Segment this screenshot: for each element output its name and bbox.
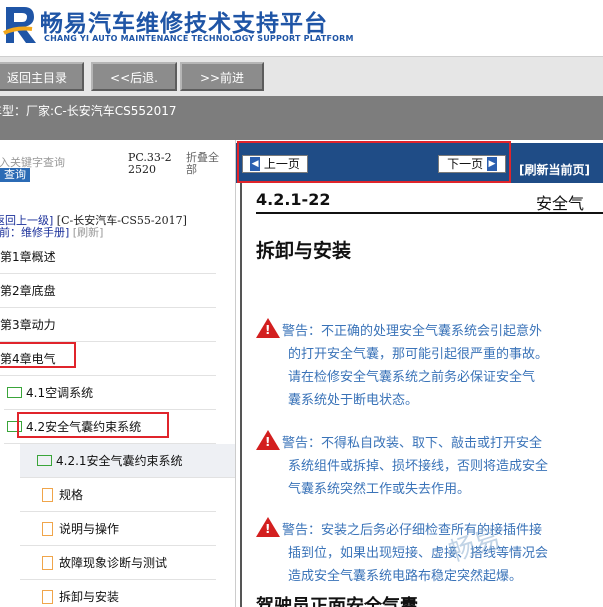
sidebar: 输入关键字查询 查询 PC.33-22520 折叠全部 返回上一级] [C-长安…: [0, 140, 236, 607]
tree-item-label: 拆卸与安装: [59, 590, 120, 604]
document-icon: [42, 555, 53, 570]
highlight-box-4-2: [17, 412, 169, 438]
current-manual-label: 目前：维修手册]: [0, 226, 70, 239]
brand-logo: [3, 7, 36, 43]
refresh-page-button[interactable]: [刷新当前页]: [519, 161, 590, 178]
tree-item-label: 第1章概述: [0, 250, 56, 264]
pc-code-text: PC.33-22520: [128, 151, 172, 176]
tree-item-chapter-2[interactable]: 第2章底盘: [0, 274, 216, 308]
warning-icon: [256, 430, 280, 450]
tree-item-description[interactable]: 说明与操作: [20, 512, 216, 546]
forward-button[interactable]: >>前进: [180, 62, 264, 91]
car-info-bar: 车型：厂家:C-长安汽车CS552017: [0, 96, 603, 140]
tree-item-4-2-1[interactable]: 4.2.1安全气囊约束系统: [20, 444, 235, 478]
warning-line: 造成安全气囊系统电路布稳定突然起爆。: [288, 569, 523, 584]
document-icon: [42, 487, 53, 502]
section-rule: [256, 212, 603, 214]
warning-line: 气囊系统突然工作或失去作用。: [288, 482, 471, 497]
tree-item-chapter-3[interactable]: 第3章动力: [0, 308, 216, 342]
tree-item-chapter-1[interactable]: 第1章概述: [0, 240, 216, 274]
brand-subtitle: CHANG YI AUTO MAINTENANCE TECHNOLOGY SUP…: [44, 34, 354, 43]
tree-item-removal[interactable]: 拆卸与安装: [20, 580, 216, 607]
warning-icon: [256, 517, 280, 537]
warning-line: 警告：不正确的处理安全气囊系统会引起意外: [282, 324, 543, 339]
highlight-box-pager: [237, 141, 511, 183]
tree-item-4-1[interactable]: 4.1空调系统: [4, 376, 216, 410]
toolbar: 返回主目录 <<后退. >>前进: [0, 56, 603, 96]
folder-icon: [7, 387, 22, 398]
tree-item-specs[interactable]: 规格: [20, 478, 216, 512]
sidebar-refresh-link[interactable]: [刷新]: [73, 226, 104, 239]
tree-item-label: 规格: [59, 488, 84, 502]
doc-heading: 拆卸与安装: [256, 240, 352, 262]
pc-code: PC.33-22520: [128, 152, 172, 176]
fold-all-label: 折叠全部: [186, 151, 219, 176]
document-icon: [42, 521, 53, 536]
warning-icon: [256, 318, 280, 338]
tree-item-label: 4.1空调系统: [26, 386, 94, 400]
next-section-heading: 驾驶员正面安全气囊: [256, 596, 418, 607]
search-button[interactable]: 查询: [0, 168, 30, 182]
tree-item-label: 故障现象诊断与测试: [59, 556, 168, 570]
warning-text: 警告：安装之后务必仔细检查所有的接插件接 插到位，如果出现短接、虚接、搭线等情况…: [282, 519, 548, 588]
car-info-text: 车型：厂家:C-长安汽车CS552017: [0, 104, 177, 118]
warning-line: 系统组件或拆掉、损坏接线，否则将造成安全: [288, 459, 549, 474]
fold-all-button[interactable]: 折叠全部: [186, 152, 226, 176]
warning-text: 警告：不正确的处理安全气囊系统会引起意外 的打开安全气囊，那可能引起很严重的事故…: [282, 320, 548, 412]
tree-item-label: 第2章底盘: [0, 284, 56, 298]
warning-line: 插到位，如果出现短接、虚接、搭线等情况会: [288, 546, 549, 561]
highlight-box-chapter-4: [0, 342, 76, 368]
warning-line: 请在检修安全气囊系统之前务必保证安全气: [288, 370, 536, 385]
warning-text: 警告：不得私自改装、取下、敲击或打开安全 系统组件或拆掉、损坏接线，否则将造成安…: [282, 432, 548, 501]
home-button[interactable]: 返回主目录: [0, 62, 84, 91]
warning-line: 警告：不得私自改装、取下、敲击或打开安全: [282, 436, 543, 451]
warning-line: 的打开安全气囊，那可能引起很严重的事故。: [288, 347, 549, 362]
tree-item-label: 4.2.1安全气囊约束系统: [56, 454, 183, 468]
content-panel: ◀ 上一页 下一页 ▶ [刷新当前页] 4.2.1-22 安全气 拆卸与安装 警…: [236, 140, 603, 607]
warning-line: 警告：安装之后务必仔细检查所有的接插件接: [282, 523, 543, 538]
section-title: 安全气: [536, 194, 585, 213]
header: 畅易汽车维修技术支持平台 CHANG YI AUTO MAINTENANCE T…: [0, 0, 603, 56]
current-manual: 目前：维修手册] [刷新]: [0, 224, 103, 240]
tree-item-diagnosis[interactable]: 故障现象诊断与测试: [20, 546, 216, 580]
brand-title: 畅易汽车维修技术支持平台: [40, 11, 328, 37]
folder-open-icon: [37, 455, 52, 466]
tree-item-label: 说明与操作: [59, 522, 120, 536]
section-number: 4.2.1-22: [256, 190, 331, 209]
document-icon: [42, 589, 53, 604]
warning-line: 囊系统处于断电状态。: [288, 393, 419, 408]
tree-item-label: 第3章动力: [0, 318, 56, 332]
back-button[interactable]: <<后退.: [91, 62, 177, 91]
